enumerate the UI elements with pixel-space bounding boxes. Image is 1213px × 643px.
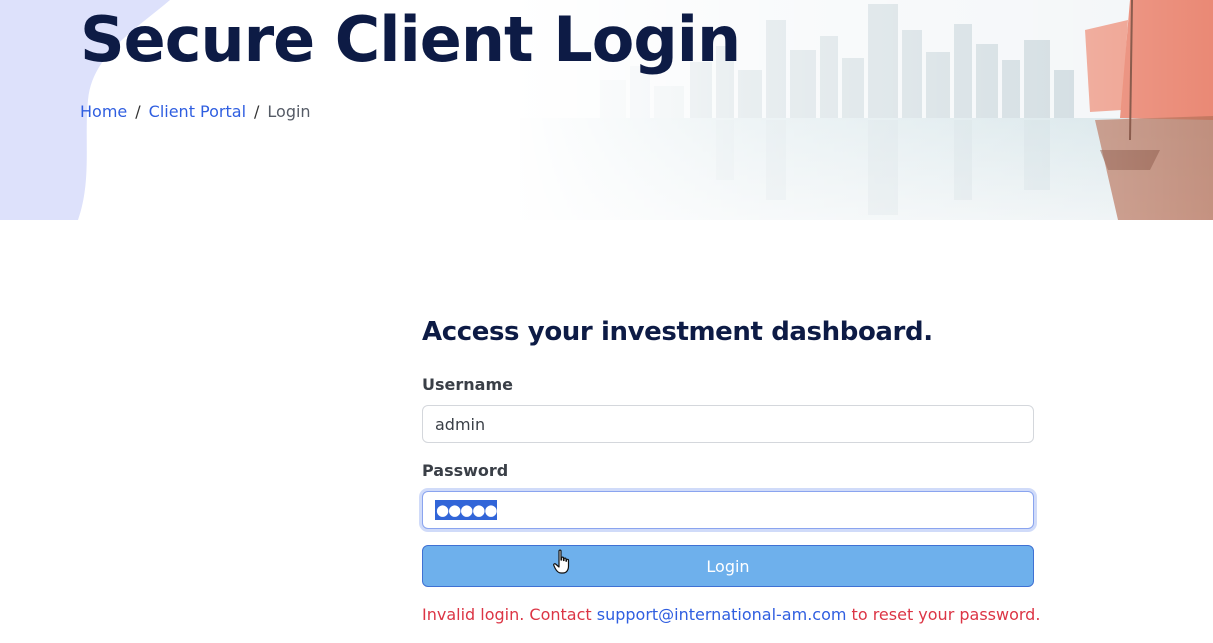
error-message: Invalid login. Contact support@internati… <box>422 603 1040 627</box>
password-label: Password <box>422 461 509 480</box>
breadcrumb-portal-link[interactable]: Client Portal <box>149 102 246 121</box>
password-masked-value: ●●●●● <box>435 500 497 520</box>
username-value: admin <box>435 414 486 434</box>
support-email-link[interactable]: support@international-am.com <box>597 605 847 624</box>
username-input[interactable]: admin <box>422 405 1034 443</box>
breadcrumb-current: Login <box>267 102 311 121</box>
password-input[interactable]: ●●●●● <box>422 491 1034 529</box>
hand-pointer-cursor-icon <box>553 549 570 574</box>
breadcrumb-separator: / <box>254 102 260 121</box>
breadcrumb-separator: / <box>135 102 141 121</box>
error-prefix: Invalid login. Contact <box>422 605 597 624</box>
breadcrumb: Home / Client Portal / Login <box>80 100 311 124</box>
page-title: Secure Client Login <box>80 3 741 76</box>
error-suffix: to reset your password. <box>846 605 1041 624</box>
hero-banner: Secure Client Login Home / Client Portal / L… <box>0 0 1213 220</box>
breadcrumb-home-link[interactable]: Home <box>80 102 127 121</box>
username-label: Username <box>422 375 513 394</box>
form-heading: Access your investment dashboard. <box>422 317 933 347</box>
login-button[interactable]: Login <box>422 545 1034 587</box>
